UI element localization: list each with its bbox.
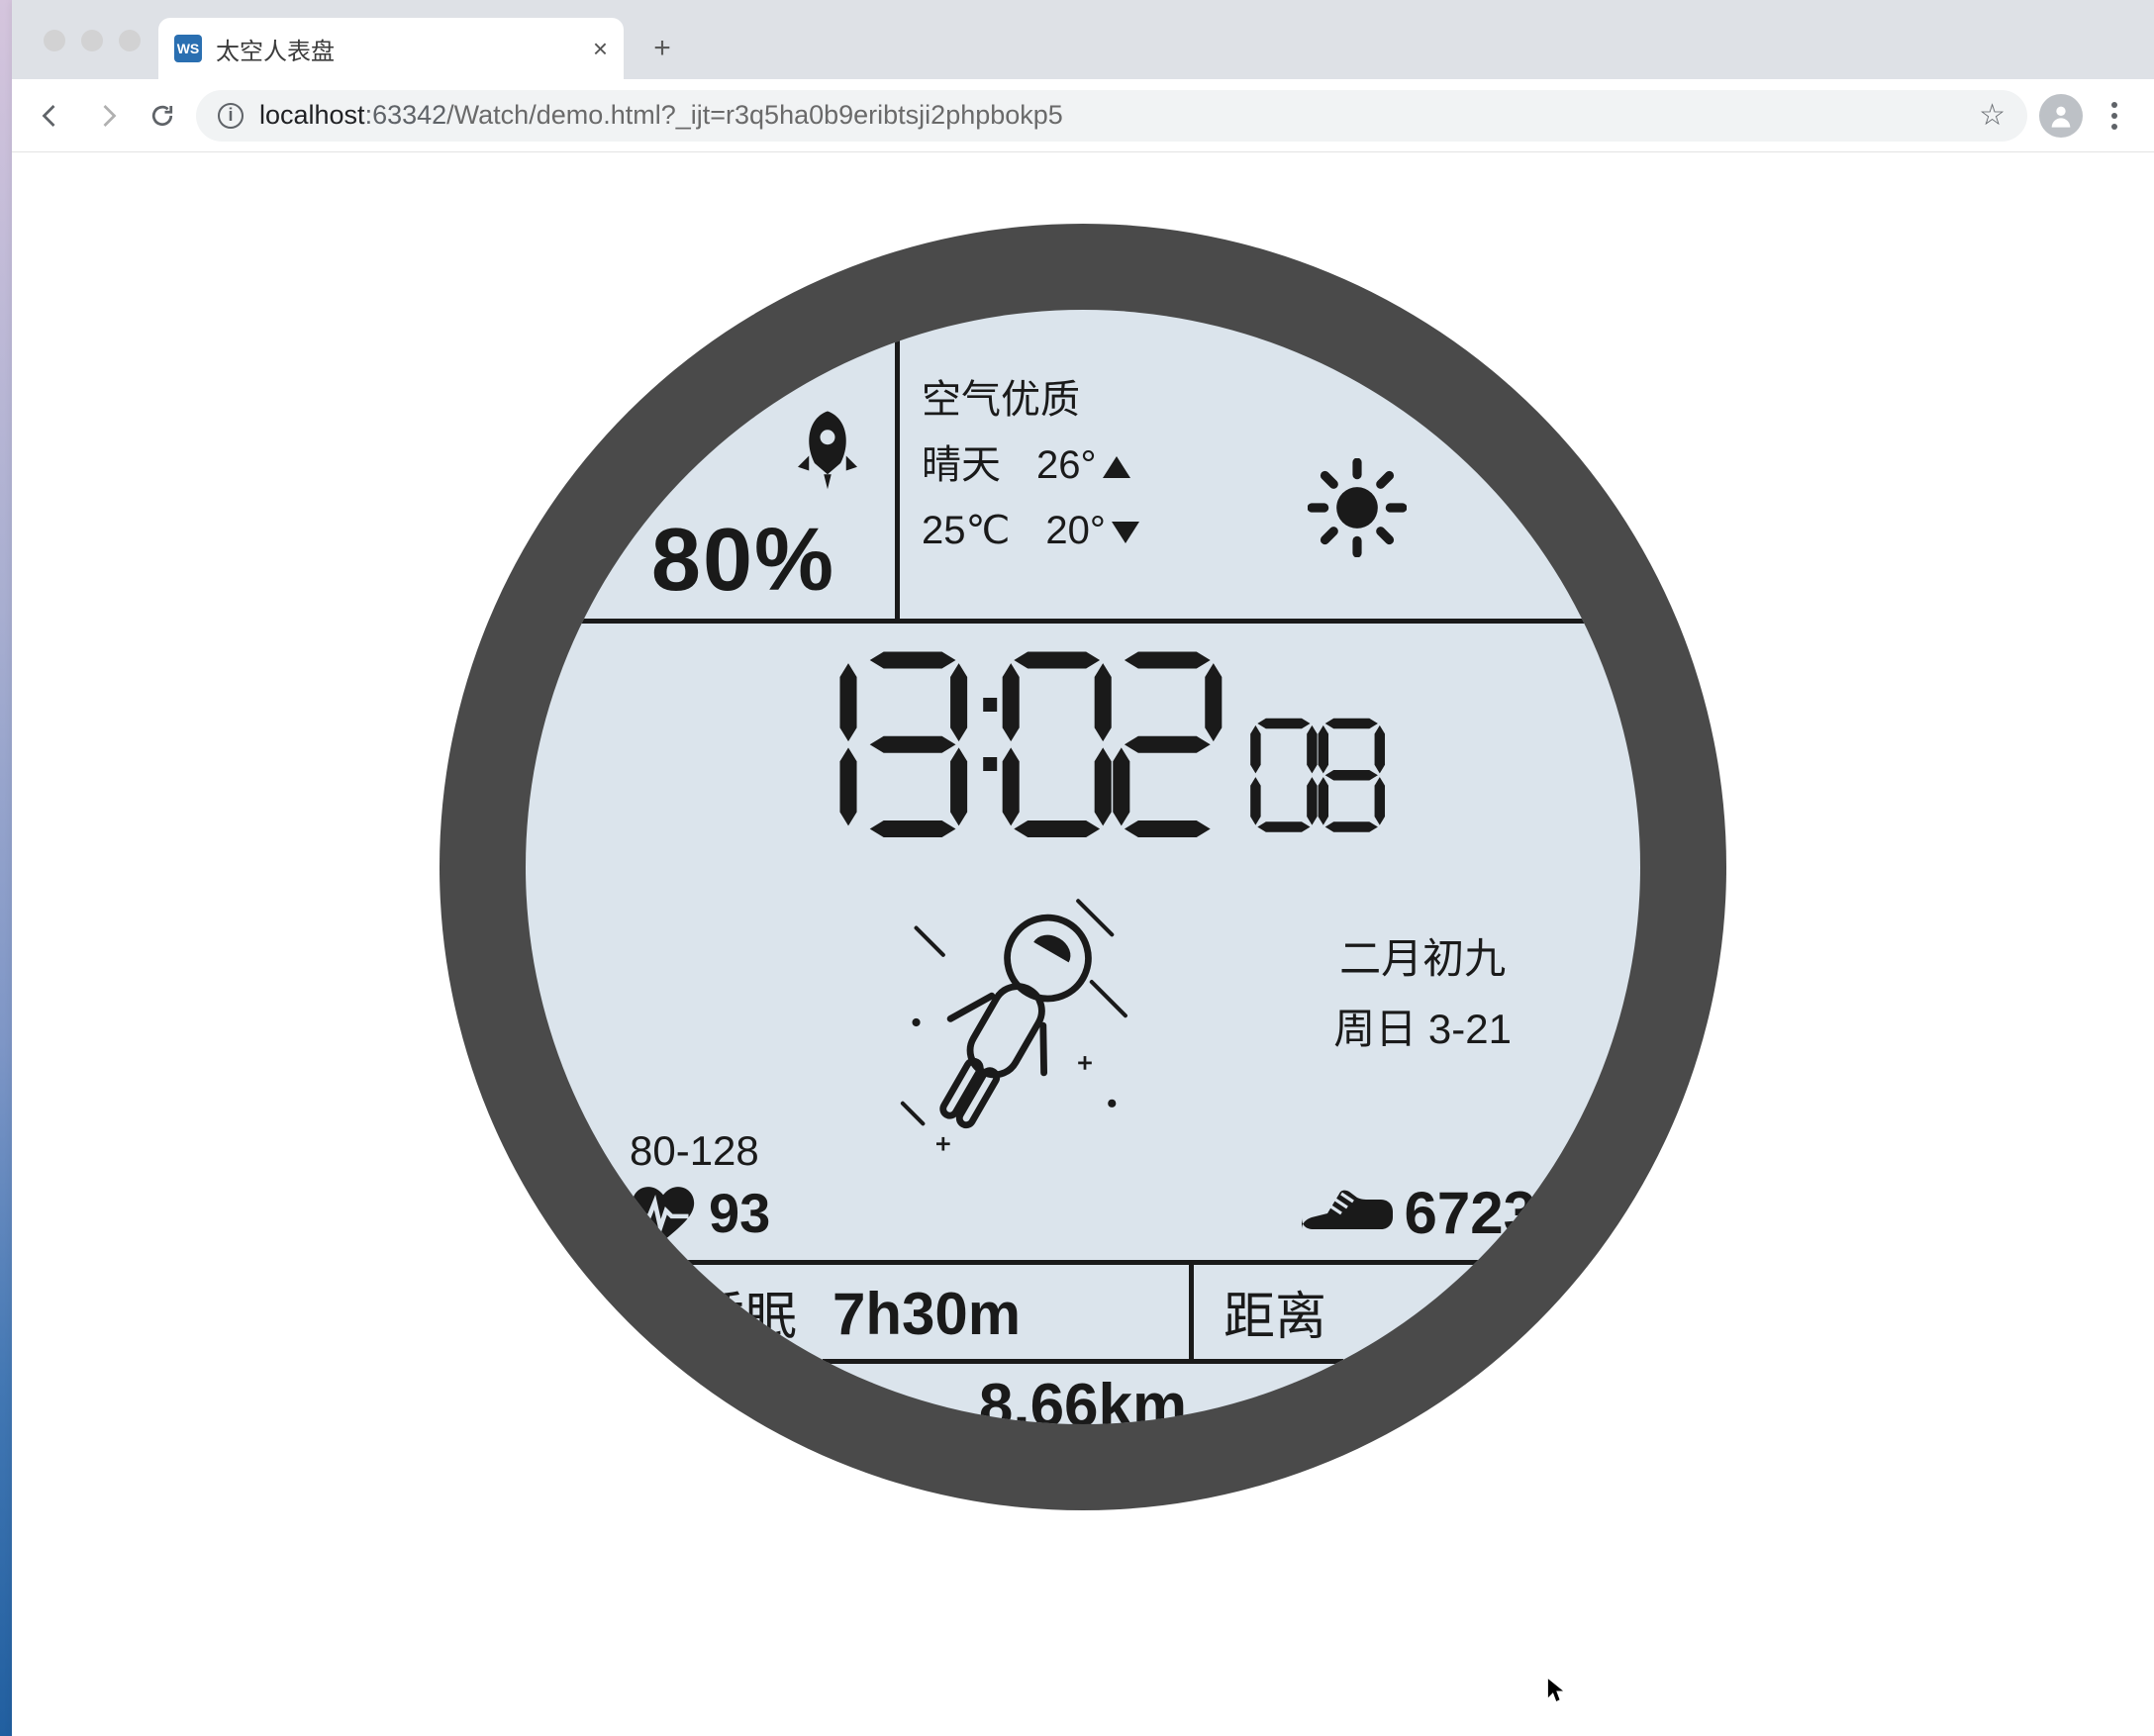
sun-icon — [1308, 458, 1407, 557]
window-controls[interactable] — [30, 30, 158, 79]
steps-value: 6723 — [1405, 1179, 1536, 1247]
time-digits — [736, 648, 1429, 846]
triangle-down-icon — [1112, 522, 1139, 543]
sleep-cell: 睡眠 7h30m — [694, 1275, 1021, 1349]
temp-high: 26° — [1036, 443, 1097, 487]
watch: 80% 空气优质 晴天 26° 25℃ 20° — [440, 224, 1726, 1510]
traffic-close-icon[interactable] — [44, 30, 65, 51]
battery-value: 80% — [595, 510, 892, 612]
weather-cell: 空气优质 晴天 26° 25℃ 20° — [922, 367, 1298, 563]
air-quality: 空气优质 — [922, 367, 1298, 433]
url-text: localhost:63342/Watch/demo.html?_ijt=r3q… — [259, 100, 1963, 131]
sleep-value: 7h30m — [832, 1280, 1021, 1348]
traffic-minimize-icon[interactable] — [81, 30, 103, 51]
watch-dial: 80% 空气优质 晴天 26° 25℃ 20° — [526, 310, 1640, 1424]
divider — [823, 1359, 1343, 1364]
close-tab-icon[interactable]: × — [593, 34, 608, 64]
new-tab-button[interactable]: + — [637, 24, 687, 73]
sleep-label: 睡眠 — [694, 1275, 797, 1349]
arrow-right-icon — [92, 101, 122, 131]
distance-value: 8.66km — [526, 1371, 1640, 1424]
back-button[interactable] — [30, 94, 73, 138]
weekday-date: 周日 3-21 — [1333, 994, 1512, 1064]
hr-range: 80-128 — [630, 1127, 770, 1175]
distance-label: 距离 — [1224, 1275, 1326, 1349]
arrow-left-icon — [37, 101, 66, 131]
desktop-background — [0, 0, 12, 1736]
heart-rate-block: 80-128 93 — [630, 1127, 770, 1245]
weather-condition: 晴天 — [922, 433, 1001, 498]
page-content: 80% 空气优质 晴天 26° 25℃ 20° — [12, 152, 2154, 1736]
temp-low: 20° — [1045, 509, 1106, 552]
site-info-icon[interactable]: i — [218, 103, 244, 129]
rocket-icon — [783, 404, 872, 493]
shoe-icon — [1298, 1185, 1393, 1242]
steps-block: 6723 — [1298, 1179, 1536, 1247]
traffic-zoom-icon[interactable] — [119, 30, 141, 51]
tabstrip: WS 太空人表盘 × + — [12, 0, 2154, 79]
heart-icon — [630, 1184, 697, 1243]
lunar-date: 二月初九 — [1333, 923, 1512, 994]
divider — [895, 310, 900, 619]
browser-window: WS 太空人表盘 × + i localhost:63342/Watch/dem… — [12, 0, 2154, 1736]
profile-avatar[interactable] — [2039, 94, 2083, 138]
hr-value: 93 — [709, 1181, 770, 1245]
tab-title: 太空人表盘 — [216, 32, 579, 66]
browser-menu-button[interactable] — [2093, 94, 2136, 138]
bookmark-star-icon[interactable]: ☆ — [1979, 98, 2006, 133]
time-display — [526, 648, 1640, 846]
date-block: 二月初九 周日 3-21 — [1333, 923, 1512, 1065]
reload-button[interactable] — [141, 94, 184, 138]
browser-tab[interactable]: WS 太空人表盘 × — [158, 18, 624, 79]
battery-cell: 80% — [595, 414, 892, 612]
temp-current: 25℃ — [922, 498, 1010, 563]
watch-bezel: 80% 空气优质 晴天 26° 25℃ 20° — [440, 224, 1726, 1510]
person-icon — [2047, 102, 2075, 130]
reload-icon — [147, 101, 177, 131]
address-bar[interactable]: i localhost:63342/Watch/demo.html?_ijt=r… — [196, 90, 2027, 142]
forward-button[interactable] — [85, 94, 129, 138]
divider — [526, 619, 1640, 624]
toolbar: i localhost:63342/Watch/demo.html?_ijt=r… — [12, 79, 2154, 152]
triangle-up-icon — [1103, 456, 1130, 478]
astronaut-icon — [872, 874, 1149, 1171]
favicon-icon: WS — [174, 35, 202, 62]
